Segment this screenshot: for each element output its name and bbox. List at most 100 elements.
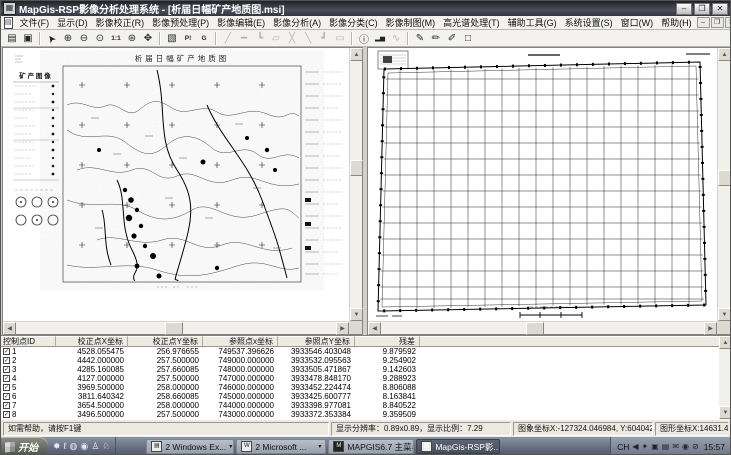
pan-tool-icon[interactable]: ✥ [140,31,156,46]
col-header-control-id[interactable]: 控制点ID [1,336,56,347]
table-row[interactable]: ✓ 4 4127.000000 257.500000 747000.000000 3933… [1,374,730,383]
histogram-icon[interactable]: ▂▅ [372,31,388,46]
dropdown-icon[interactable]: ▾ [318,443,321,450]
restore-button[interactable]: ❐ [694,2,710,15]
projection-tool-icon[interactable]: P! [180,31,196,46]
menu-item-aux-tools[interactable]: 辅助工具(G) [504,16,561,29]
taskbar-clock[interactable]: 15:57 [704,442,725,452]
menu-item-help[interactable]: 帮助(H) [657,16,696,29]
row-checkbox[interactable]: ✓ [3,366,10,373]
row-checkbox[interactable]: ✓ [3,411,10,418]
scroll-down-icon[interactable]: ▼ [719,406,730,419]
taskbar-button-mapgis-menu[interactable]: M MAPGIS6.7 主菜单 [328,439,415,454]
table-row[interactable]: ✓ 3 4285.160085 257.660085 748000.000000 3933… [1,365,730,374]
menu-item-image-preprocess[interactable]: 影像预处理(P) [148,16,213,29]
right-vertical-scrollbar[interactable]: ▲ ▼ [717,48,730,321]
menu-item-display[interactable]: 显示(D) [53,16,92,29]
start-button[interactable]: 开始 [1,437,48,454]
tray-icon-7[interactable]: ⊘ [692,442,699,451]
quick-launch-icon-6[interactable]: ♘ [102,437,110,454]
table-vertical-scrollbar[interactable]: ▲ ▼ [719,336,730,419]
quick-launch-icon-5[interactable]: ♙ [91,437,99,454]
tray-icon-1[interactable]: ◀ [632,442,638,451]
quick-launch-icon-3[interactable]: ◍ [69,437,77,454]
menu-item-image-analysis[interactable]: 影像分析(A) [269,16,325,29]
table-row[interactable]: ✓ 2 4442.000000 257.500000 749000.000000 3933… [1,356,730,365]
minimize-button[interactable]: – [676,2,692,15]
menu-item-image-correction[interactable]: 影像校正(R) [92,16,149,29]
left-horizontal-scrollbar[interactable]: ◀ ▶ [3,321,349,335]
language-indicator[interactable]: CH [617,442,629,452]
scroll-left-icon[interactable]: ◀ [368,322,381,335]
image-layer-icon[interactable]: ▧ [164,31,180,46]
tray-icon-2[interactable]: ✦ [642,442,649,451]
zoom-window-icon[interactable]: ⊙ [92,31,108,46]
col-header-ref-x[interactable]: 参照点x坐标 [203,336,278,347]
child-close-button[interactable]: ✕ [724,17,730,28]
taskbar-button-mapgis-rsp[interactable]: ▦ MapGis-RSP影... [416,439,501,454]
scroll-thumb[interactable] [350,160,363,176]
scroll-up-icon[interactable]: ▲ [719,336,730,349]
open-file-icon[interactable]: ▤ [4,31,20,46]
pen3-tool-icon[interactable]: ✐ [444,31,460,46]
col-header-residual[interactable]: 残差 [355,336,420,347]
geo-tool-icon[interactable]: G [196,31,212,46]
zoom-1to1-icon[interactable]: 1:1 [108,31,124,46]
zoom-refresh-icon[interactable]: ⊛ [124,31,140,46]
table-row[interactable]: ✓ 6 3811.640342 258.660085 745000.000000 3933… [1,392,730,401]
child-minimize-button[interactable]: – [696,17,710,28]
scroll-right-icon[interactable]: ▶ [704,322,717,335]
taskbar-button-windows-explorer[interactable]: ▤ 2 Windows Ex... ▾ [146,439,235,454]
row-checkbox[interactable]: ✓ [3,402,10,409]
row-checkbox[interactable]: ✓ [3,393,10,400]
document-icon[interactable]: ▤ [4,16,13,29]
menu-item-system-settings[interactable]: 系统设置(S) [561,16,617,29]
close-button[interactable]: ✕ [712,2,728,15]
menu-item-image-edit[interactable]: 影像编辑(E) [213,16,269,29]
scroll-right-icon[interactable]: ▶ [336,322,349,335]
tray-icon-4[interactable]: ▤ [662,442,670,451]
table-row[interactable]: ✓ 8 3496.500000 257.500000 743000.000000 3933… [1,410,730,419]
quick-launch-icon-2[interactable]: ℓ [64,437,67,454]
quick-launch-icon-4[interactable]: ◉ [80,437,88,454]
row-checkbox[interactable]: ✓ [3,348,10,355]
col-header-ref-y[interactable]: 参照点Y坐标 [278,336,355,347]
zoom-out-icon[interactable]: ⊖ [76,31,92,46]
col-header-correct-y[interactable]: 校正点Y坐标 [128,336,203,347]
child-restore-button[interactable]: ❐ [710,17,724,28]
table-row[interactable]: ✓ 5 3969.500000 258.000000 746000.000000 3933… [1,383,730,392]
row-checkbox[interactable]: ✓ [3,357,10,364]
table-row[interactable]: ✓ 1 4528.055475 256.976655 749537.396626 3933… [1,347,730,356]
tray-icon-5[interactable]: ✉ [672,442,679,451]
tray-icon-3[interactable]: ▣ [651,442,659,451]
scroll-up-icon[interactable]: ▲ [350,48,363,61]
col-header-correct-x[interactable]: 校正点X坐标 [56,336,128,347]
menu-item-file[interactable]: 文件(F) [16,16,54,29]
scroll-down-icon[interactable]: ▼ [718,308,730,321]
table-row[interactable]: ✓ 7 3654.500000 258.000000 744000.000000 3933… [1,401,730,410]
row-checkbox[interactable]: ✓ [3,375,10,382]
reference-grid-canvas[interactable] [368,48,717,321]
scroll-up-icon[interactable]: ▲ [718,48,730,61]
menu-item-window[interactable]: 窗口(W) [617,16,658,29]
quick-launch-icon-1[interactable]: ✸ [53,437,61,454]
menu-item-image-classify[interactable]: 影像分类(C) [325,16,382,29]
tray-icon-6[interactable]: ◉ [682,442,689,451]
source-map-canvas[interactable]: 析届日幅矿产地质图 矿 产 图 像 [3,48,349,321]
scroll-down-icon[interactable]: ▼ [350,308,363,321]
row-checkbox[interactable]: ✓ [3,384,10,391]
scroll-thumb[interactable] [526,322,544,335]
rect-select-icon[interactable]: □ [460,31,476,46]
pen-tool-icon[interactable]: ✎ [412,31,428,46]
menu-item-image-mapping[interactable]: 影像制图(M) [382,16,440,29]
pen2-tool-icon[interactable]: ✏ [428,31,444,46]
scroll-thumb[interactable] [718,170,730,186]
left-vertical-scrollbar[interactable]: ▲ ▼ [349,48,363,321]
dropdown-icon[interactable]: ▾ [229,443,232,450]
taskbar-button-microsoft[interactable]: W 2 Microsoft ... ▾ [236,439,327,454]
menu-item-hyperspectral[interactable]: 高光谱处理(T) [439,16,504,29]
right-horizontal-scrollbar[interactable]: ◀ ▶ [368,321,717,335]
scroll-thumb[interactable] [165,322,183,335]
save-icon[interactable]: ▣ [20,31,36,46]
scroll-left-icon[interactable]: ◀ [3,322,16,335]
